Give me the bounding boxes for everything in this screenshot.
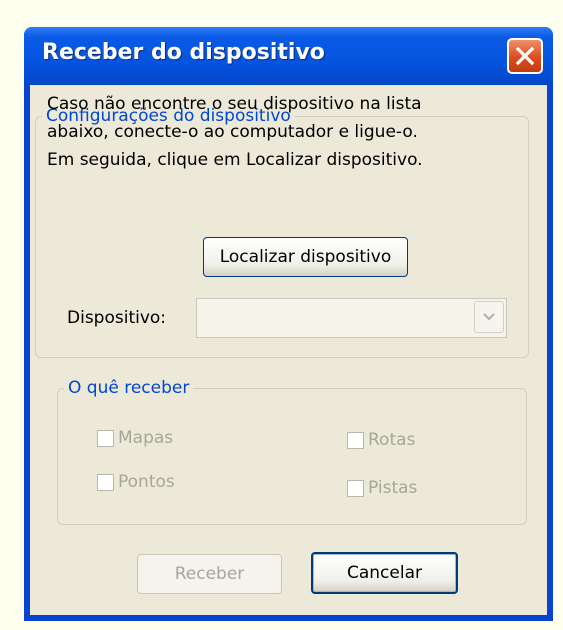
receive-options-legend: O quê receber [68, 378, 190, 398]
points-checkbox-label: Pontos [118, 472, 175, 492]
instruction-line: Caso não encontre o seu dispositivo na l… [47, 94, 422, 114]
device-instructions: Caso não encontre o seu dispositivo na l… [47, 90, 517, 174]
dropdown-arrow-button[interactable] [474, 301, 504, 333]
receive-button[interactable]: Receber [137, 554, 282, 594]
receive-options-group: O quê receber [57, 378, 527, 525]
device-dropdown[interactable] [196, 298, 507, 338]
title-bar[interactable]: Receber do dispositivo [24, 27, 553, 85]
tracks-checkbox-box[interactable] [347, 479, 364, 497]
tracks-checkbox-label: Pistas [368, 478, 418, 498]
device-label: Dispositivo: [67, 308, 167, 328]
find-device-button[interactable]: Localizar dispositivo [203, 237, 408, 277]
maps-checkbox-label: Mapas [118, 428, 174, 448]
dialog-title: Receber do dispositivo [42, 40, 325, 65]
maps-checkbox-box[interactable] [97, 429, 114, 447]
instruction-line: Em seguida, clique em Localizar disposit… [47, 150, 423, 170]
maps-checkbox[interactable]: Mapas [97, 428, 173, 448]
routes-checkbox[interactable]: Rotas [347, 430, 415, 450]
points-checkbox[interactable]: Pontos [97, 472, 175, 492]
routes-checkbox-box[interactable] [347, 431, 364, 449]
cancel-button[interactable]: Cancelar [311, 552, 458, 594]
close-icon [515, 46, 535, 66]
routes-checkbox-label: Rotas [368, 430, 416, 450]
points-checkbox-box[interactable] [97, 473, 114, 491]
chevron-down-icon [483, 313, 495, 321]
tracks-checkbox[interactable]: Pistas [347, 478, 417, 498]
close-button[interactable] [507, 38, 543, 74]
instruction-line: abaixo, conecte-o ao computador e ligue-… [47, 122, 418, 142]
